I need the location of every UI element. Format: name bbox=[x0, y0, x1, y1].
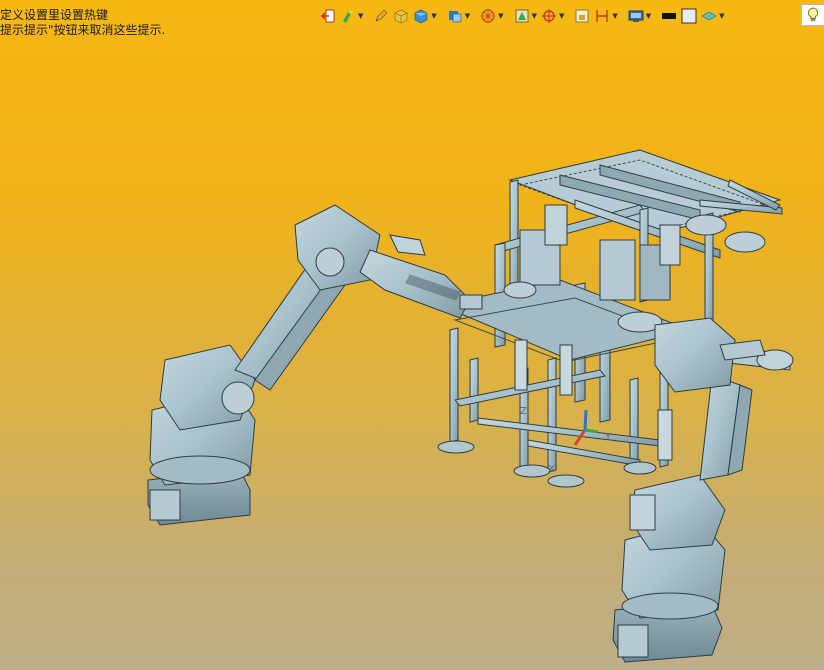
triad-x-label: X bbox=[548, 464, 555, 475]
left-robot-arm bbox=[147, 204, 483, 526]
pencil-icon bbox=[375, 9, 388, 22]
section-button[interactable]: ▼ bbox=[512, 6, 539, 26]
view-toolbar: ▼ ▼ ▼ ▼ ▼ ▼ ▼ ▼ ▼ bbox=[318, 5, 727, 27]
layer-button[interactable]: ▼ bbox=[699, 6, 726, 26]
solid-button[interactable]: ▼ bbox=[411, 6, 438, 26]
color-black-button[interactable] bbox=[659, 6, 679, 26]
triad-z-label: Z bbox=[520, 406, 527, 417]
crosshair-icon bbox=[541, 9, 556, 23]
hint-line-1: 定义设置里设置热键 bbox=[0, 8, 109, 22]
snap-button[interactable]: ▼ bbox=[539, 6, 566, 26]
hint-line-2: 提示提示"按钮来取消这些提示. bbox=[0, 23, 166, 37]
robot-cell-model[interactable]: Z X Y bbox=[0, 0, 824, 670]
exit-button[interactable] bbox=[318, 6, 338, 26]
dimension-icon bbox=[596, 10, 609, 22]
view-cube-icon bbox=[448, 11, 462, 23]
shading-brush-icon bbox=[343, 10, 353, 23]
display-monitor-icon bbox=[628, 10, 644, 22]
cube-box-icon bbox=[395, 9, 408, 24]
light-square-icon bbox=[681, 8, 697, 24]
blue-cube-icon bbox=[415, 9, 428, 24]
lightbulb-icon bbox=[807, 7, 819, 22]
sketch-button[interactable] bbox=[371, 6, 391, 26]
rotate-button[interactable]: ▼ bbox=[478, 6, 505, 26]
layer-icon bbox=[701, 11, 717, 21]
section-view-icon bbox=[515, 9, 529, 23]
lightbulb-button[interactable] bbox=[801, 4, 824, 26]
hint-text: 定义设置里设置热键 提示提示"按钮来取消这些提示. bbox=[0, 8, 165, 38]
black-rect-icon bbox=[662, 13, 677, 19]
triad-y-label: Y bbox=[604, 432, 612, 443]
shading-button[interactable]: ▼ bbox=[338, 6, 365, 26]
frame-icon bbox=[575, 9, 589, 23]
right-robot-arm bbox=[612, 317, 766, 663]
frame-button[interactable] bbox=[572, 6, 592, 26]
box-button[interactable] bbox=[391, 6, 411, 26]
3d-viewport[interactable]: Z X Y 定义设置里设置热键 提示提示"按钮来取消这些提示. ▼ ▼ ▼ ▼ … bbox=[0, 0, 824, 670]
view-orient-button[interactable]: ▼ bbox=[445, 6, 472, 26]
dimension-button[interactable]: ▼ bbox=[592, 6, 619, 26]
display-button[interactable]: ▼ bbox=[626, 6, 653, 26]
wheel-icon bbox=[481, 9, 495, 23]
background-button[interactable] bbox=[679, 6, 699, 26]
exit-arrow-icon bbox=[320, 9, 335, 23]
